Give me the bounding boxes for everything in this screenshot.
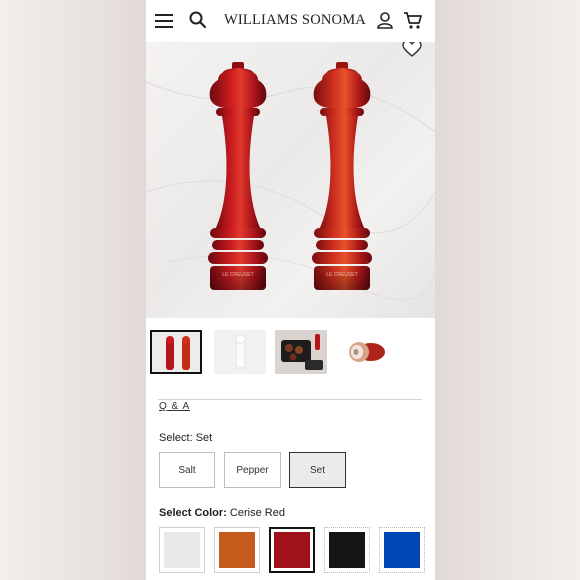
- option-selected-value: Set: [195, 432, 213, 444]
- mill-brand-text: LE CREUSET: [326, 272, 357, 278]
- cart-icon[interactable]: [403, 10, 425, 32]
- color-swatch-cerise-red[interactable]: [269, 527, 315, 573]
- color-swatch-black[interactable]: [324, 527, 370, 573]
- color-swatch-blue[interactable]: [379, 527, 425, 573]
- color-swatch-orange[interactable]: [214, 527, 260, 573]
- color-swatch-white[interactable]: [159, 527, 205, 573]
- background-left: [0, 0, 146, 580]
- thumbnail-strip: [146, 330, 435, 378]
- swatch-fill: [274, 532, 310, 568]
- section-divider: [158, 399, 422, 400]
- option-set-button[interactable]: Set: [289, 452, 346, 488]
- menu-icon[interactable]: [154, 10, 176, 32]
- option-pepper-button[interactable]: Pepper: [224, 452, 281, 488]
- account-icon[interactable]: [375, 10, 397, 32]
- color-select-label: Select Color: Cerise Red: [159, 507, 285, 519]
- thumbnail-mill-closeup[interactable]: [337, 330, 389, 374]
- swatch-fill: [219, 532, 255, 568]
- mill-brand-text: LE CREUSET: [222, 272, 253, 278]
- color-label: Select Color:: [159, 507, 227, 519]
- qa-link[interactable]: Q & A: [159, 401, 190, 412]
- brand-logo[interactable]: WILLIAMS SONOMA: [220, 12, 370, 29]
- option-label: Select:: [159, 432, 193, 444]
- thumbnail-white-mill[interactable]: [214, 330, 266, 374]
- pepper-mill-illustration: LE CREUSET LE CREUSET: [146, 62, 435, 301]
- site-header: WILLIAMS SONOMA: [146, 0, 435, 42]
- product-page: WILLIAMS SONOMA LE CREUSET LE CREUSET Q …: [146, 0, 435, 580]
- swatch-fill: [384, 532, 420, 568]
- thumbnail-kitchen-scene[interactable]: [275, 330, 327, 374]
- search-icon[interactable]: [188, 10, 210, 32]
- option-salt-button[interactable]: Salt: [159, 452, 215, 488]
- option-select-label: Select: Set: [159, 432, 212, 444]
- color-selected-value: Cerise Red: [229, 507, 285, 519]
- thumbnail-red-pair[interactable]: [150, 330, 202, 374]
- swatch-fill: [164, 532, 200, 568]
- product-hero-image[interactable]: LE CREUSET LE CREUSET: [146, 42, 435, 318]
- background-right: [434, 0, 580, 580]
- swatch-fill: [329, 532, 365, 568]
